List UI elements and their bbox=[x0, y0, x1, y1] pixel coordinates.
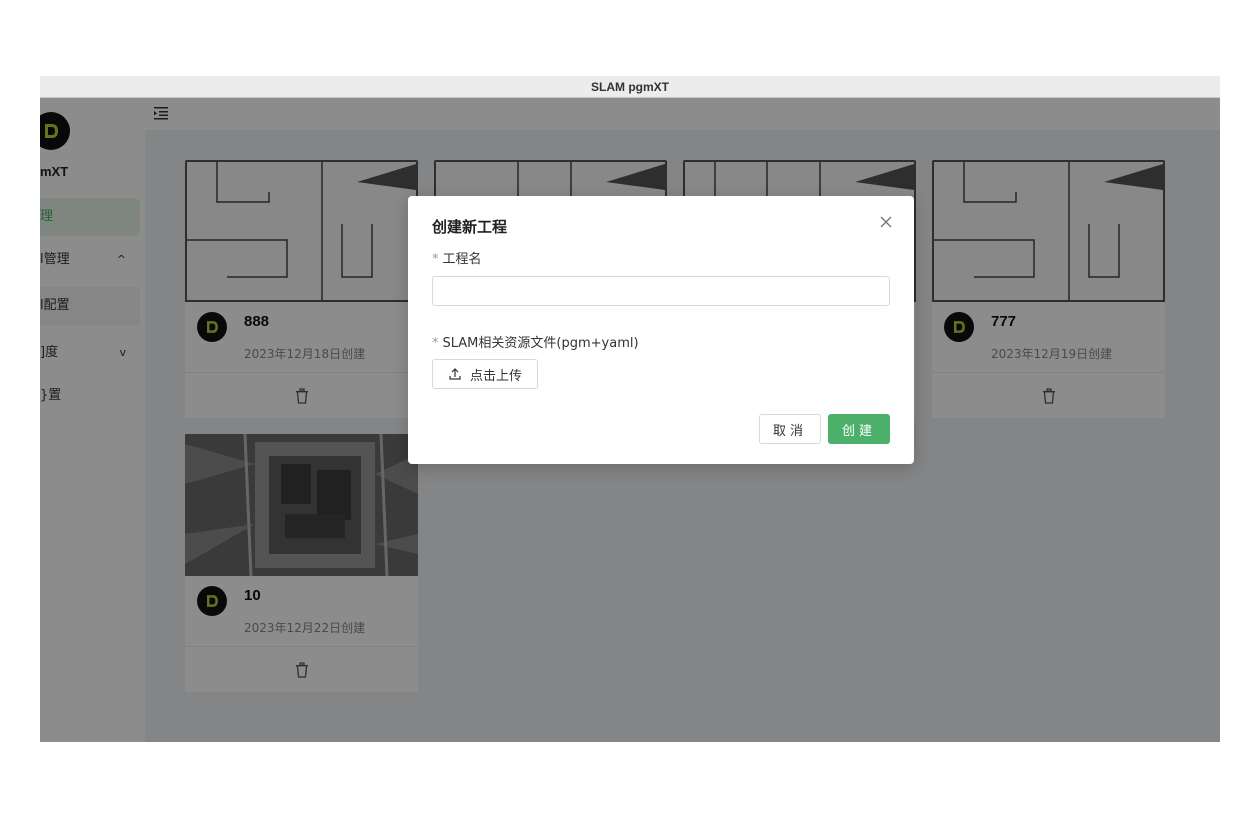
create-button[interactable]: 创建 bbox=[828, 414, 890, 444]
required-mark: * bbox=[432, 336, 439, 351]
upload-label: 点击上传 bbox=[469, 368, 522, 384]
project-name-input[interactable] bbox=[432, 276, 890, 306]
upload-icon bbox=[449, 368, 461, 380]
window-titlebar: SLAM pgmXT bbox=[40, 76, 1220, 98]
close-icon[interactable] bbox=[878, 214, 894, 230]
project-name-label: * 工程名 bbox=[432, 248, 482, 267]
resource-file-label: * SLAM相关资源文件(pgm+yaml) bbox=[432, 332, 639, 351]
field-label-text: SLAM相关资源文件(pgm+yaml) bbox=[442, 336, 639, 351]
cancel-button[interactable]: 取消 bbox=[759, 414, 821, 444]
create-project-dialog: 创建新工程 * 工程名 * SLAM相关资源文件(pgm+yaml) 点击上传 取消… bbox=[408, 196, 914, 464]
required-mark: * bbox=[432, 252, 439, 267]
dialog-title: 创建新工程 bbox=[432, 218, 508, 236]
field-label-text: 工程名 bbox=[442, 252, 482, 267]
upload-button[interactable]: 点击上传 bbox=[432, 359, 538, 389]
